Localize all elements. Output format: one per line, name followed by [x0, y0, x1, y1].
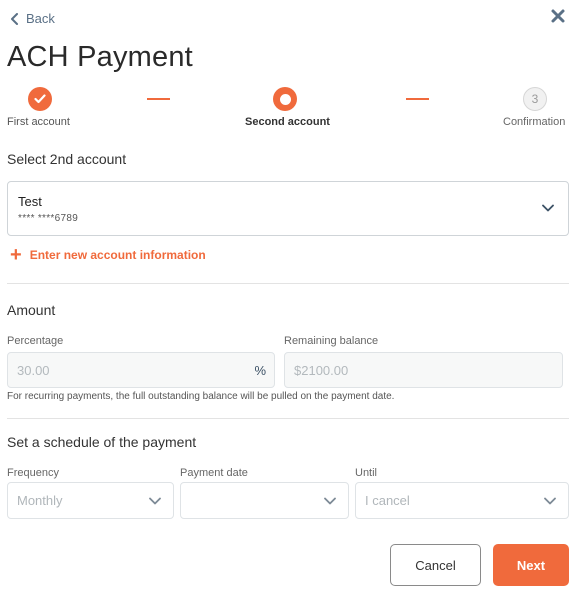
- current-step-dot-icon: [279, 93, 291, 105]
- divider: [7, 418, 569, 419]
- until-select[interactable]: I cancel: [355, 482, 569, 519]
- back-label: Back: [26, 11, 55, 26]
- account-select[interactable]: Test **** ****6789: [7, 181, 569, 236]
- back-link[interactable]: Back: [10, 11, 55, 26]
- percentage-label: Percentage: [7, 335, 64, 347]
- percent-sign: %: [254, 363, 266, 378]
- step-3-label: Confirmation: [503, 116, 566, 128]
- cancel-button[interactable]: Cancel: [390, 544, 481, 586]
- chevron-down-icon: [324, 497, 336, 505]
- select-account-heading: Select 2nd account: [7, 151, 127, 167]
- step-1-label: First account: [7, 116, 70, 128]
- until-label: Until: [355, 467, 378, 479]
- step-connector: [147, 98, 170, 100]
- schedule-heading: Set a schedule of the payment: [7, 434, 197, 450]
- remaining-balance-label: Remaining balance: [284, 335, 379, 347]
- new-account-link[interactable]: + Enter new account information: [10, 244, 206, 266]
- amount-heading: Amount: [7, 302, 56, 318]
- frequency-select[interactable]: Monthly: [7, 482, 174, 519]
- step-2-label: Second account: [245, 116, 330, 128]
- account-name: Test: [18, 194, 42, 209]
- step-3-number: 3: [531, 92, 539, 106]
- remaining-balance-input: $2100.00: [284, 352, 563, 388]
- step-connector: [406, 98, 429, 100]
- new-account-label: Enter new account information: [29, 248, 206, 262]
- account-number: **** ****6789: [18, 213, 79, 224]
- page-title: ACH Payment: [7, 41, 193, 73]
- payment-date-select[interactable]: [180, 482, 349, 519]
- plus-icon: +: [10, 244, 22, 266]
- step-3-pending: 3: [523, 87, 547, 111]
- close-icon[interactable]: [550, 8, 566, 24]
- payment-date-label: Payment date: [180, 467, 248, 479]
- chevron-left-icon: [11, 12, 18, 25]
- remaining-balance-value: $2100.00: [294, 362, 349, 378]
- percentage-input[interactable]: 30.00 %: [7, 352, 275, 388]
- check-icon: [34, 94, 46, 104]
- recurring-note: For recurring payments, the full outstan…: [7, 391, 395, 402]
- frequency-value: Monthly: [17, 493, 63, 508]
- divider: [7, 283, 569, 284]
- next-button[interactable]: Next: [493, 544, 569, 586]
- frequency-label: Frequency: [7, 467, 59, 479]
- chevron-down-icon: [542, 204, 554, 212]
- step-1-complete: [28, 87, 52, 111]
- step-2-current: [273, 87, 297, 111]
- chevron-down-icon: [149, 497, 161, 505]
- until-value: I cancel: [365, 493, 410, 508]
- chevron-down-icon: [544, 497, 556, 505]
- percentage-value: 30.00: [17, 362, 50, 378]
